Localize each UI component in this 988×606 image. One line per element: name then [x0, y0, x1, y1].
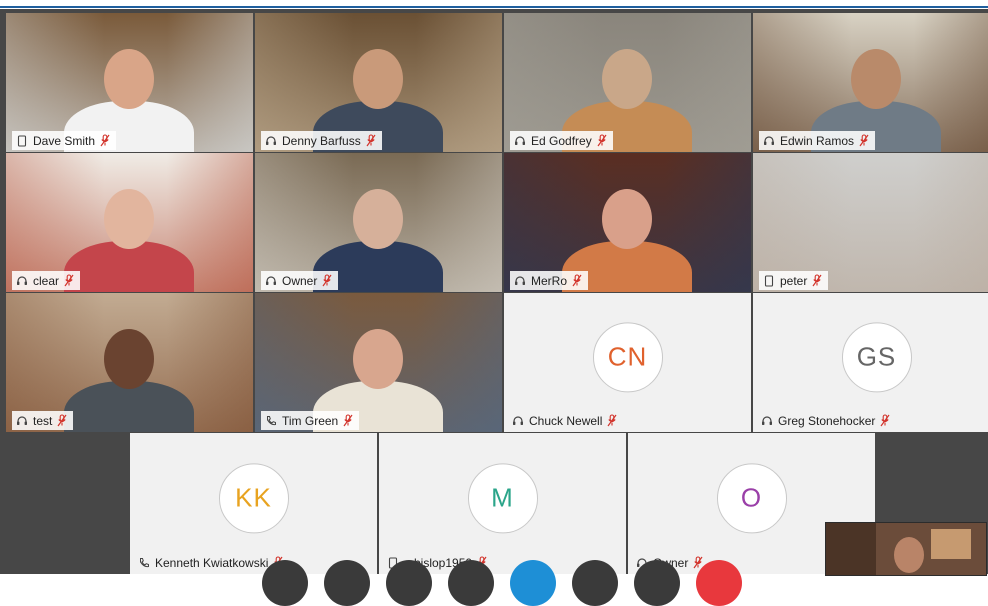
- participant-name-label: clear: [12, 271, 81, 290]
- phone-handset-icon: [265, 415, 277, 427]
- participant-tile[interactable]: Denny Barfuss: [255, 13, 502, 152]
- muted-mic-icon[interactable]: [597, 134, 607, 147]
- initials-avatar: CN: [592, 321, 663, 392]
- participant-name-label: Greg Stonehocker: [757, 411, 896, 430]
- participant-name-label: Denny Barfuss: [261, 131, 382, 150]
- meeting-control-button[interactable]: [386, 560, 432, 606]
- phone-icon: [16, 134, 28, 147]
- top-bar: [0, 0, 988, 9]
- participant-face: [104, 329, 154, 389]
- participant-tile[interactable]: Owner: [255, 153, 502, 292]
- participant-name-label: MerRo: [510, 271, 589, 290]
- participant-tile[interactable]: Mmbislop1950: [379, 433, 626, 574]
- participant-name: Owner: [282, 273, 318, 288]
- participant-tile[interactable]: clear: [6, 153, 253, 292]
- self-view-person: [894, 537, 924, 573]
- participant-face: [353, 189, 403, 249]
- participant-face: [104, 189, 154, 249]
- participant-name-label: Owner: [261, 271, 339, 290]
- muted-mic-icon[interactable]: [57, 414, 67, 427]
- participant-face: [104, 49, 154, 109]
- phone-icon: [763, 274, 775, 287]
- muted-mic-icon[interactable]: [607, 414, 617, 427]
- muted-mic-icon[interactable]: [812, 274, 822, 287]
- participant-face: [602, 49, 652, 109]
- muted-mic-icon[interactable]: [343, 414, 353, 427]
- participant-tile[interactable]: test: [6, 293, 253, 432]
- participant-name: Edwin Ramos: [780, 133, 855, 148]
- participant-name-label: Dave Smith: [12, 131, 117, 150]
- participant-name: Ed Godfrey: [531, 133, 592, 148]
- participant-tile[interactable]: Dave Smith: [6, 13, 253, 152]
- participant-face: [851, 49, 901, 109]
- participant-name: clear: [33, 273, 60, 288]
- headset-icon: [763, 135, 775, 147]
- participant-name-label: Tim Green: [261, 411, 360, 430]
- participant-face: [353, 329, 403, 389]
- muted-mic-icon[interactable]: [880, 414, 890, 427]
- meeting-control-button[interactable]: [324, 560, 370, 606]
- headset-icon: [16, 275, 28, 287]
- headset-icon: [265, 275, 277, 287]
- headset-icon: [761, 415, 773, 427]
- muted-mic-icon[interactable]: [572, 274, 582, 287]
- participant-name: peter: [780, 273, 808, 288]
- participant-name: Greg Stonehocker: [778, 413, 876, 428]
- participant-name: Denny Barfuss: [282, 133, 361, 148]
- headset-icon: [16, 415, 28, 427]
- initials-avatar: KK: [218, 462, 289, 533]
- participant-name-label: Chuck Newell: [508, 411, 623, 430]
- participant-tile[interactable]: peter: [753, 153, 988, 292]
- muted-mic-icon[interactable]: [322, 274, 332, 287]
- initials-avatar: GS: [841, 321, 912, 392]
- muted-mic-icon[interactable]: [859, 134, 869, 147]
- headset-icon: [514, 135, 526, 147]
- headset-icon: [265, 135, 277, 147]
- self-view-picture: [931, 529, 971, 559]
- participant-face: [353, 49, 403, 109]
- muted-mic-icon[interactable]: [366, 134, 376, 147]
- meeting-control-button[interactable]: [448, 560, 494, 606]
- top-accent-line: [0, 6, 988, 8]
- participant-face: [602, 189, 652, 249]
- participant-tile[interactable]: KK Kenneth Kwiatkowski: [130, 433, 377, 574]
- participant-tile[interactable]: Tim Green: [255, 293, 502, 432]
- headset-icon: [514, 275, 526, 287]
- meeting-control-button[interactable]: [696, 560, 742, 606]
- participant-name-label: Edwin Ramos: [759, 131, 876, 150]
- participant-name: Kenneth Kwiatkowski: [155, 555, 269, 570]
- participant-name: Chuck Newell: [529, 413, 603, 428]
- phone-handset-icon: [138, 557, 150, 569]
- participant-tile[interactable]: Ed Godfrey: [504, 13, 751, 152]
- muted-mic-icon[interactable]: [100, 134, 110, 147]
- meeting-control-button[interactable]: [262, 560, 308, 606]
- participant-name: Dave Smith: [33, 133, 96, 148]
- self-view[interactable]: [825, 522, 987, 576]
- participant-name: MerRo: [531, 273, 568, 288]
- participant-tile[interactable]: Edwin Ramos: [753, 13, 988, 152]
- participant-tile[interactable]: GS Greg Stonehocker: [753, 293, 988, 432]
- participant-name: Tim Green: [282, 413, 339, 428]
- meeting-control-button[interactable]: [572, 560, 618, 606]
- muted-mic-icon[interactable]: [64, 274, 74, 287]
- self-view-wall: [826, 523, 876, 575]
- initials-avatar: M: [467, 462, 538, 533]
- participant-tile[interactable]: MerRo: [504, 153, 751, 292]
- participant-name-label: test: [12, 411, 74, 430]
- participant-tile[interactable]: CN Chuck Newell: [504, 293, 751, 432]
- participant-name-label: Ed Godfrey: [510, 131, 613, 150]
- meeting-control-button[interactable]: [510, 560, 556, 606]
- headset-icon: [512, 415, 524, 427]
- participant-name-label: peter: [759, 271, 829, 290]
- participant-name: test: [33, 413, 53, 428]
- meeting-control-button[interactable]: [634, 560, 680, 606]
- initials-avatar: O: [716, 462, 787, 533]
